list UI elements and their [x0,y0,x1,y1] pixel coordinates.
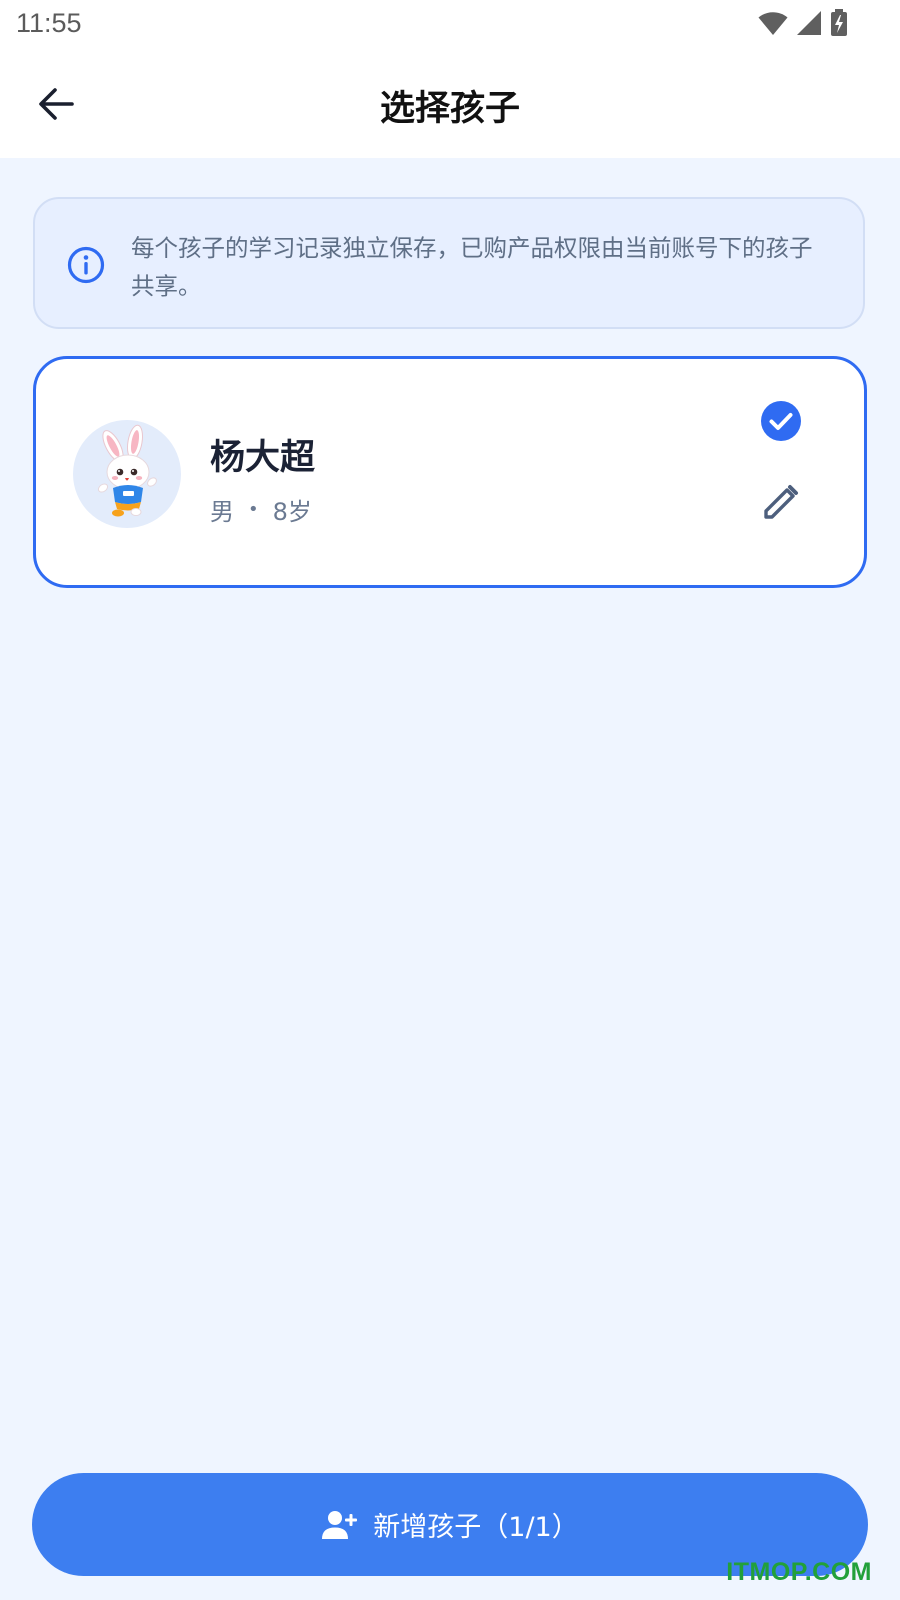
add-user-icon [322,1510,358,1539]
checkmark-circle-icon [761,401,801,441]
child-name: 杨大超 [210,438,316,478]
app-bar: 选择孩子 [0,50,900,158]
child-gender: 男 [210,498,234,526]
page-title: 选择孩子 [379,89,520,129]
child-meta: 男 • 8岁 [210,492,312,527]
edit-child-button[interactable] [756,477,806,527]
status-time: 11:55 [16,8,82,38]
status-icons [758,9,848,37]
watermark: ITMOP.COM [726,1558,872,1586]
wifi-icon [758,12,788,35]
child-card[interactable]: 杨大超 男 • 8岁 [33,356,867,588]
rabbit-mascot-icon [97,424,157,517]
info-icon [67,246,105,284]
meta-separator: • [248,499,259,520]
info-notice: 每个孩子的学习记录独立保存，已购产品权限由当前账号下的孩子共享。 [33,197,865,329]
status-bar: 11:55 [0,0,900,50]
notice-text: 每个孩子的学习记录独立保存，已购产品权限由当前账号下的孩子共享。 [131,234,813,300]
cellular-signal-icon [797,11,821,35]
child-age: 8岁 [272,498,312,526]
battery-charging-icon [831,9,847,36]
pencil-icon [764,485,798,519]
add-child-label: 新增孩子（1/1） [373,1512,579,1543]
avatar [73,420,181,528]
